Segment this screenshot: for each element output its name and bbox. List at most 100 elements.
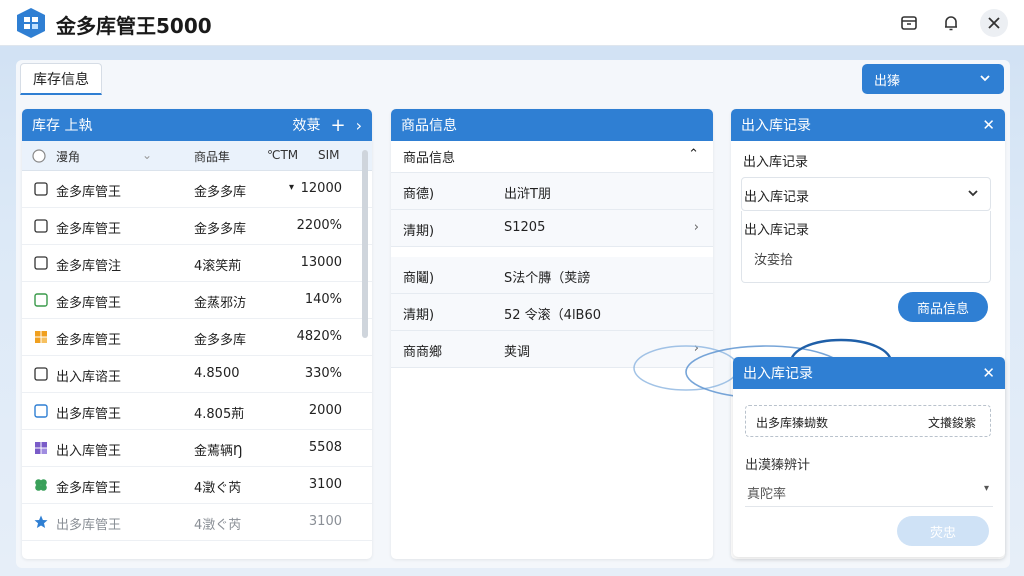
floating-select-value: 真陀率 [747, 487, 787, 502]
row-store: 金蒸邪汸 [194, 296, 247, 311]
field-key: 商商鄉 [403, 345, 443, 360]
row-name: 金多库管注 [56, 259, 122, 274]
checkbox-icon[interactable] [34, 256, 48, 270]
row-store: 金多多库 [194, 222, 247, 237]
product-panel: 商品信息 商品信息 ⌃ 商德) 出浒T朋 清期) S1205 › 商鬮) S法个膞（荚謗 清期… [391, 109, 713, 559]
star-blue-icon[interactable] [34, 515, 48, 529]
row-name: 出入库管王 [56, 444, 122, 459]
column-store[interactable]: 商品隼 [194, 148, 230, 165]
field-value: 荚调 [504, 345, 531, 360]
records-select-value: 出入库记录 [744, 190, 810, 205]
row-name: 金多库管王 [56, 222, 122, 237]
field-value: 出浒T朋 [504, 187, 551, 202]
row-qty: 12000 [300, 181, 342, 196]
row-qty: 140% [304, 292, 342, 307]
notification-button[interactable] [937, 9, 965, 37]
upload-box-action[interactable]: 文攁鋑紫 [928, 414, 976, 431]
row-caret[interactable]: ▾ [289, 182, 294, 193]
floating-header: 出入库记录 ✕ [733, 357, 1005, 389]
table-row[interactable]: 金多库管注 4滚笑荊 13000 [22, 245, 372, 282]
row-qty: 330% [304, 366, 342, 381]
table-row[interactable]: 出多库管王 4.805荊 2000 [22, 393, 372, 430]
close-icon [988, 17, 1000, 29]
radio-icon[interactable] [32, 149, 46, 163]
column-a[interactable]: ℃TM [267, 148, 298, 162]
table-row[interactable]: 金多库管王 4澂ぐ芮 3100 [22, 467, 372, 504]
inventory-action-link[interactable]: 效菉 [293, 115, 321, 135]
app-title: 金多库管王5000 [56, 14, 212, 38]
chevron-right-icon[interactable]: › [694, 341, 699, 356]
outbound-dropdown-button[interactable]: 出獉 [862, 64, 1004, 94]
box-icon [901, 16, 917, 30]
list-item: 清期) 52 令滚（4lB60 [391, 294, 713, 331]
tab-inventory[interactable]: 库存信息 [20, 63, 102, 95]
field-key: 商德) [403, 187, 435, 202]
checkbox-blue-icon[interactable] [34, 404, 48, 418]
column-b[interactable]: SⅠM [318, 148, 340, 162]
table-row[interactable]: 金多库管王 金多多库 ▾ 12000 [22, 171, 372, 208]
records-header: 出入库记录 ✕ [731, 109, 1005, 141]
chevron-down-icon [980, 75, 990, 82]
inventory-scrollbar[interactable] [362, 150, 368, 338]
checkbox-icon[interactable] [34, 219, 48, 233]
grid-orange-icon[interactable] [34, 330, 48, 344]
product-subtitle: 商品信息 [403, 151, 456, 166]
sort-icon[interactable]: ⌄ [142, 148, 152, 162]
table-row[interactable]: 出多库管王 4澂ぐ芮 3100 [22, 504, 372, 541]
inbox-button[interactable] [895, 9, 923, 37]
field-key: 商鬮) [403, 271, 435, 286]
records-label: 出入库记录 [743, 155, 809, 170]
inventory-title: 库存 上執 [32, 118, 93, 134]
field-value: S1205 [504, 220, 546, 235]
list-item[interactable]: 商商鄉 荚调 › [391, 331, 713, 368]
field-value: S法个膞（荚謗 [504, 271, 591, 286]
records-select[interactable]: 出入库记录 [741, 177, 991, 211]
records-detail-text: 汝娈拾 [754, 253, 794, 268]
list-item: 商德) 出浒T朋 [391, 173, 713, 210]
submit-button[interactable]: 荧忠 [897, 516, 989, 546]
column-filter[interactable]: 漫角 [56, 148, 80, 165]
list-item[interactable]: 清期) S1205 › [391, 210, 713, 247]
table-row[interactable]: 金多库管王 金多多库 2200% [22, 208, 372, 245]
chevron-up-icon: ⌃ [688, 147, 699, 162]
table-row[interactable]: 金多库管王 金蒸邪汸 140% [22, 282, 372, 319]
row-name: 金多库管王 [56, 185, 122, 200]
checkbox-icon[interactable] [34, 367, 48, 381]
records-title: 出入库记录 [741, 118, 811, 134]
row-name: 出入库谘王 [56, 370, 122, 385]
row-name: 金多库管王 [56, 333, 122, 348]
checkbox-icon[interactable] [34, 182, 48, 196]
list-item: 商鬮) S法个膞（荚謗 [391, 257, 713, 294]
chevron-right-icon[interactable]: › [694, 220, 699, 235]
row-name: 出多库管王 [56, 518, 122, 533]
floating-title: 出入库记录 [743, 366, 813, 382]
plus-icon[interactable]: + [331, 115, 346, 136]
app-logo-icon [17, 8, 45, 38]
field-key: 清期) [403, 224, 435, 239]
inventory-list: 金多库管王 金多多库 ▾ 12000 金多库管王 金多多库 2200% 金多库管注 4滚笑荊 13… [22, 171, 372, 541]
field-key: 清期) [403, 308, 435, 323]
product-details: 商德) 出浒T朋清期) S1205 › 商鬮) S法个膞（荚謗清期) 52 令滚（4lB60… [391, 173, 713, 368]
row-store: 金蔫辆Ŋ [194, 444, 243, 459]
close-icon[interactable]: ✕ [982, 364, 995, 382]
chevron-down-icon: ▾ [983, 483, 989, 494]
window-close-button[interactable] [980, 9, 1008, 37]
table-row[interactable]: 金多库管王 金多多库 4820% [22, 319, 372, 356]
row-qty: 13000 [300, 255, 342, 270]
chevron-right-icon[interactable]: › [356, 116, 362, 135]
chevron-down-icon [968, 190, 978, 197]
table-row[interactable]: 出入库管王 金蔫辆Ŋ 5508 [22, 430, 372, 467]
close-icon[interactable]: ✕ [982, 116, 995, 134]
product-info-button[interactable]: 商品信息 [898, 292, 988, 322]
grid-purple-icon[interactable] [34, 441, 48, 455]
inventory-header: 库存 上執 效菉 + › [22, 109, 372, 141]
row-qty: 2200% [296, 218, 342, 233]
product-section-toggle[interactable]: 商品信息 ⌃ [391, 141, 713, 173]
floating-select[interactable]: 真陀率 ▾ [745, 475, 993, 507]
row-store: 金多多库 [194, 185, 247, 200]
checkbox-green-icon[interactable] [34, 293, 48, 307]
clover-green-icon[interactable] [34, 478, 48, 492]
row-store: 4澂ぐ芮 [194, 518, 242, 533]
table-row[interactable]: 出入库谘王 4.8500 330% [22, 356, 372, 393]
upload-box[interactable]: 出多库獉蜐数 文攁鋑紫 [745, 405, 991, 437]
